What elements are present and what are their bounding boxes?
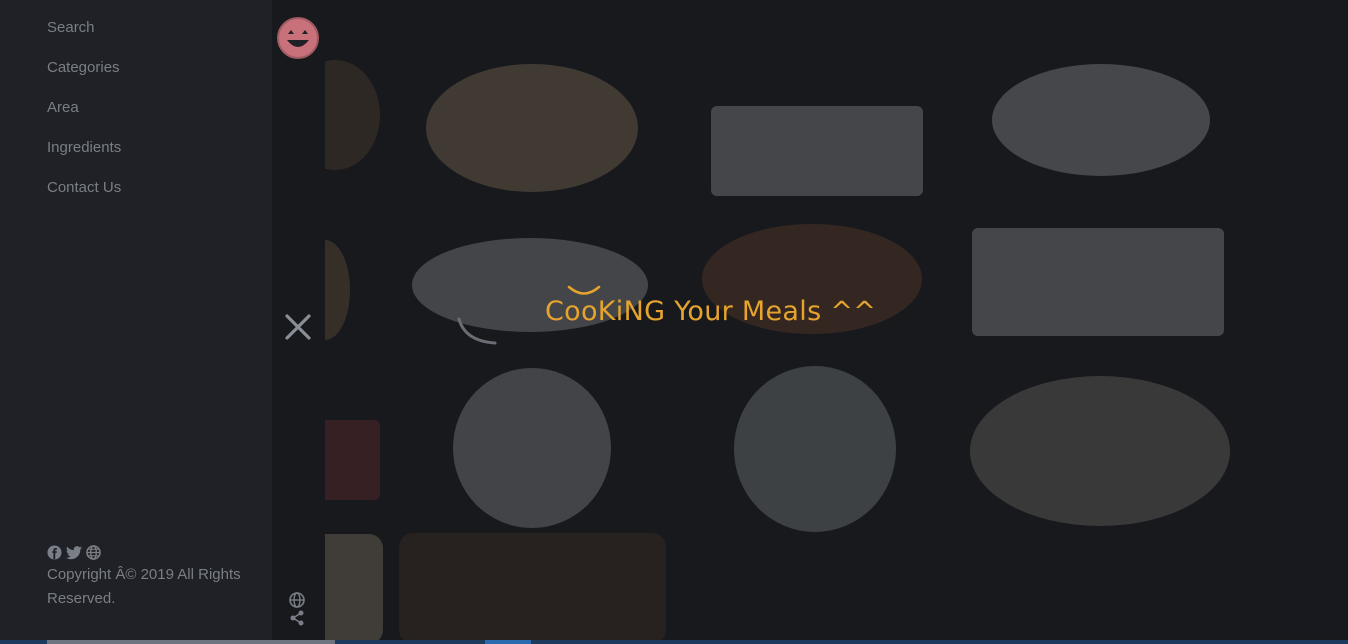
nav-menu: Search Categories Area Ingredients Conta… <box>47 18 121 218</box>
nav-item-area[interactable]: Area <box>47 98 121 138</box>
side-nav: Search Categories Area Ingredients Conta… <box>0 0 272 644</box>
nav-item-categories[interactable]: Categories <box>47 58 121 98</box>
nav-item-search[interactable]: Search <box>47 18 121 58</box>
copyright-text: Copyright Â© 2019 All Rights Reserved. <box>47 566 241 607</box>
globe-icon[interactable] <box>86 545 101 560</box>
bottom-input[interactable] <box>47 640 335 644</box>
nav-item-ingredients[interactable]: Ingredients <box>47 138 121 178</box>
spinner-arc-icon <box>457 317 497 345</box>
share-icon[interactable] <box>289 610 305 626</box>
bottom-accent <box>485 640 531 644</box>
smiley-logo-icon[interactable] <box>276 16 320 60</box>
rail-icons <box>289 592 305 626</box>
facebook-icon[interactable] <box>47 545 62 560</box>
twitter-icon[interactable] <box>66 545 82 560</box>
loading-message: CooKiNG Your Meals ^^ <box>545 296 877 327</box>
nav-item-contact-us[interactable]: Contact Us <box>47 178 121 218</box>
close-icon[interactable] <box>283 312 313 342</box>
social-links <box>47 545 101 560</box>
globe-icon[interactable] <box>289 592 305 608</box>
app-screen: CooKiNG Your Meals ^^ Search Categories … <box>0 0 1348 644</box>
